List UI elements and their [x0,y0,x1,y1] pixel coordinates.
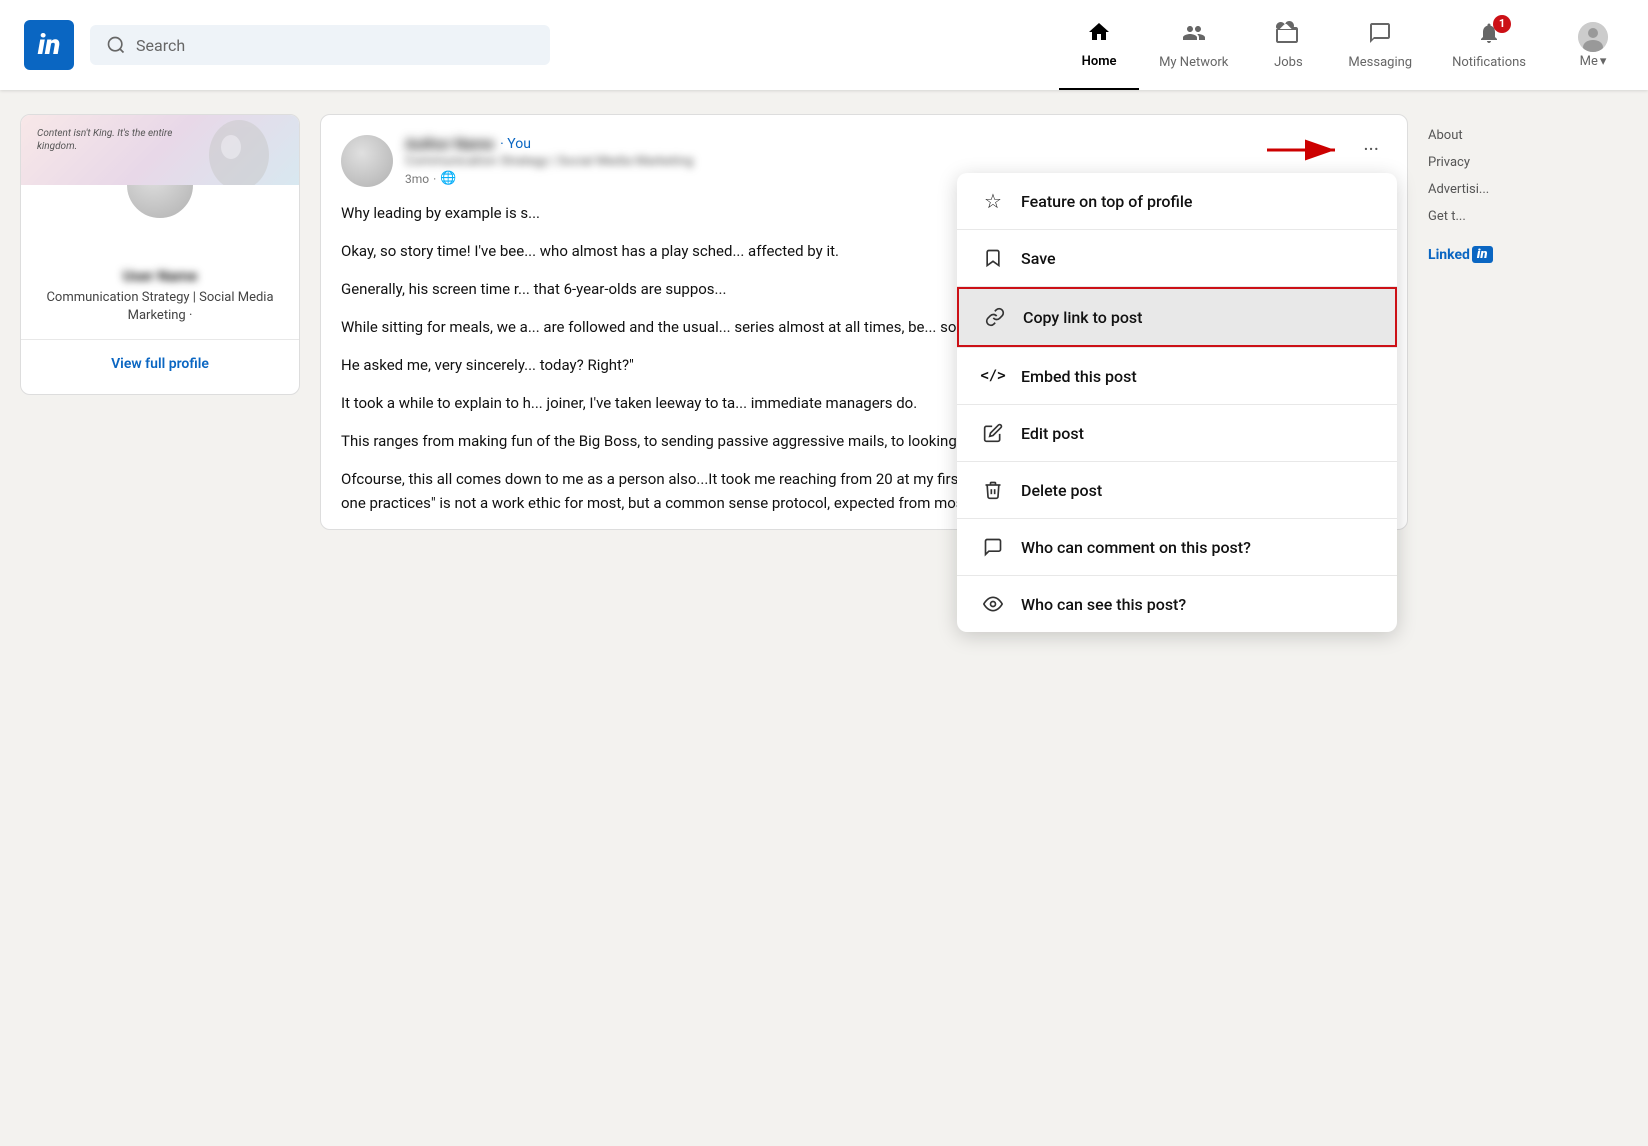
post-author-avatar [341,135,393,187]
messaging-icon [1368,21,1392,51]
profile-banner: Content isn't King. It's the entirekingd… [21,115,299,185]
profile-name: User Name [21,267,299,285]
nav-home-label: Home [1082,54,1117,69]
nav-items: Home My Network Jobs Messaging [1059,0,1546,90]
embed-icon: </> [981,364,1005,388]
main-content: Content isn't King. It's the entirekingd… [0,90,1648,554]
post-time: 3mo [405,172,429,186]
linkedin-brand-badge: in [1472,246,1493,263]
dropdown-item-save[interactable]: Save [957,230,1397,286]
nav-item-me[interactable]: Me ▾ [1562,0,1624,90]
search-bar[interactable]: Search [90,25,550,65]
dropdown-item-edit[interactable]: Edit post [957,405,1397,461]
feature-on-top-label: Feature on top of profile [1021,192,1193,211]
post-menu-button[interactable]: ··· [1355,135,1387,163]
search-icon [106,35,126,55]
banner-text: Content isn't King. It's the entirekingd… [37,127,172,153]
delete-label: Delete post [1021,481,1102,500]
right-link-get[interactable]: Get t... [1428,207,1628,226]
linkedin-brand: Linkedin [1428,246,1628,263]
edit-icon [981,421,1005,445]
trash-icon [981,478,1005,502]
view-full-profile-button[interactable]: View full profile [21,350,299,378]
save-label: Save [1021,249,1056,268]
nav-item-home[interactable]: Home [1059,0,1139,90]
right-link-advertising[interactable]: Advertisi... [1428,180,1628,199]
visibility-icon: 🌐 [440,171,456,186]
center-feed: Author Name · You Communication Strategy… [320,114,1408,530]
my-network-icon [1182,21,1206,51]
dropdown-item-delete[interactable]: Delete post [957,462,1397,518]
eye-icon [981,592,1005,616]
bookmark-icon [981,246,1005,270]
star-icon: ☆ [981,189,1005,213]
link-icon [983,305,1007,329]
nav-my-network-label: My Network [1159,55,1228,70]
who-can-see-label: Who can see this post? [1021,595,1186,614]
dropdown-item-feature-on-top[interactable]: ☆ Feature on top of profile [957,173,1397,229]
post-card: Author Name · You Communication Strategy… [320,114,1408,530]
nav-jobs-label: Jobs [1274,55,1303,70]
nav-me-label: Me ▾ [1580,54,1607,69]
nav-item-my-network[interactable]: My Network [1139,0,1248,90]
left-sidebar: Content isn't King. It's the entirekingd… [20,114,300,530]
home-icon [1087,20,1111,50]
right-links: About Privacy Advertisi... Get t... [1428,114,1628,226]
copy-link-label: Copy link to post [1023,308,1142,327]
dropdown-item-embed[interactable]: </> Embed this post [957,348,1397,404]
post-dropdown-menu: ☆ Feature on top of profile Save [957,173,1397,632]
notification-badge: 1 [1493,15,1511,33]
dropdown-item-copy-link[interactable]: Copy link to post [957,287,1397,347]
dropdown-item-who-can-see[interactable]: Who can see this post? [957,576,1397,632]
who-can-comment-label: Who can comment on this post? [1021,538,1251,557]
comment-icon [981,535,1005,559]
right-link-about[interactable]: About [1428,126,1628,145]
nav-item-notifications[interactable]: 1 Notifications [1432,0,1546,90]
bullet: · [433,172,436,186]
right-link-privacy[interactable]: Privacy [1428,153,1628,172]
search-placeholder: Search [136,36,185,55]
jobs-icon [1276,21,1300,51]
nav-item-messaging[interactable]: Messaging [1328,0,1432,90]
embed-label: Embed this post [1021,367,1137,386]
dropdown-item-who-can-comment[interactable]: Who can comment on this post? [957,519,1397,575]
right-sidebar: About Privacy Advertisi... Get t... Link… [1428,114,1628,530]
notifications-icon: 1 [1477,21,1501,51]
nav-notifications-label: Notifications [1452,55,1526,70]
edit-label: Edit post [1021,424,1084,443]
linkedin-logo[interactable]: in [24,20,74,70]
post-you-tag: · You [500,136,531,152]
profile-card: Content isn't King. It's the entirekingd… [20,114,300,395]
post-author-title: Communication Strategy | Social Media Ma… [405,154,1343,169]
nav-messaging-label: Messaging [1348,55,1412,70]
ellipsis-icon: ··· [1363,139,1379,159]
profile-title: Communication Strategy | Social Media Ma… [21,289,299,325]
linkedin-brand-text: Linked [1428,247,1470,263]
nav-item-jobs[interactable]: Jobs [1248,0,1328,90]
chevron-down-icon: ▾ [1600,54,1607,69]
navbar: in Search Home My Network Jobs [0,0,1648,90]
user-avatar-nav [1578,22,1608,52]
post-author-name: Author Name [405,135,494,153]
